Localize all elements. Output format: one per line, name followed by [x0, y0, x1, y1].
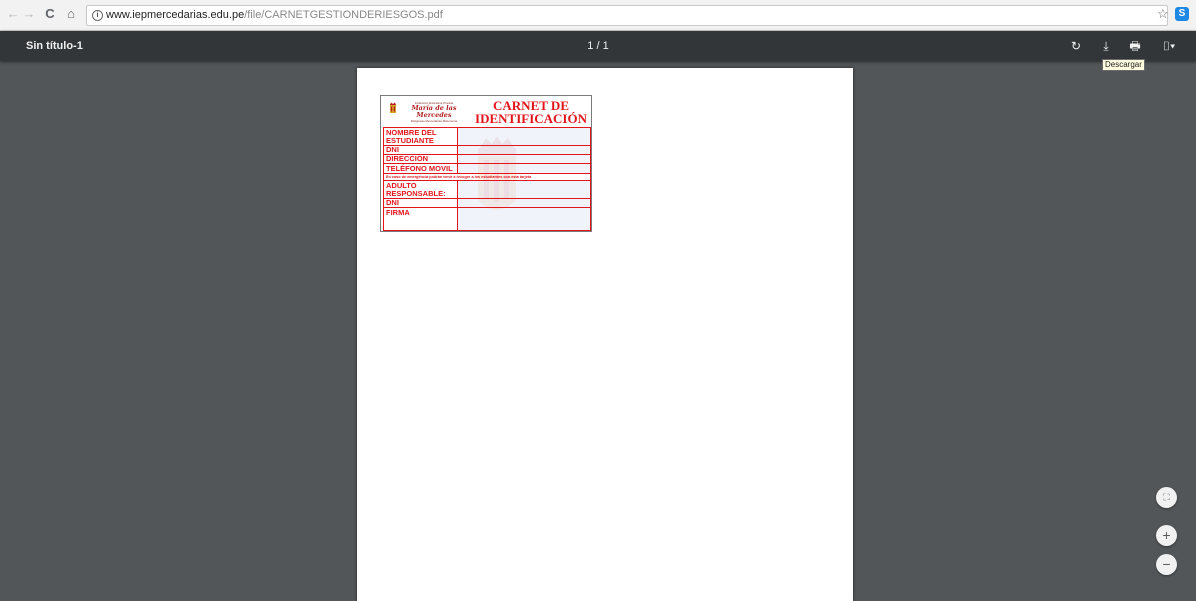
- zoom-out-button[interactable]: −: [1156, 554, 1177, 575]
- field-row-adulto: ADULTO RESPONSABLE:: [384, 181, 590, 199]
- print-button[interactable]: 🖶: [1126, 38, 1144, 54]
- school-name: María de las Mercedes: [411, 104, 457, 119]
- download-tooltip: Descargar: [1102, 59, 1145, 71]
- zoom-in-icon: +: [1162, 527, 1171, 543]
- field-label-dni2: DNI: [386, 198, 399, 207]
- field-row-firma: FIRMA: [384, 208, 590, 230]
- bookmark-star-icon[interactable]: ☆: [1157, 6, 1169, 22]
- bookmarks-button[interactable]: ⌷▾: [1156, 38, 1182, 54]
- download-icon: ⤓: [1103, 39, 1109, 53]
- field-value-direccion: [457, 155, 590, 163]
- emergency-notice: En caso de emergencia podrán venir a rec…: [384, 174, 590, 181]
- forward-icon[interactable]: →: [22, 7, 36, 21]
- page-indicator: 1 / 1: [587, 40, 609, 52]
- card-form: NOMBRE DEL ESTUDIANTE DNI DIRECCION TELÉ…: [383, 127, 591, 231]
- pdf-page: Institución Educativa Privada María de l…: [357, 68, 853, 601]
- field-label-nombre: NOMBRE DEL ESTUDIANTE: [386, 128, 437, 145]
- url-text: www.iepmercedarias.edu.pe/file/CARNETGES…: [106, 6, 443, 25]
- school-bottom-text: Religiosas Mercedarias Misioneras: [410, 119, 458, 123]
- field-label-dni: DNI: [386, 145, 399, 154]
- fit-page-icon: ⛶: [1163, 492, 1170, 502]
- field-value-dni2: [457, 199, 590, 207]
- document-title: Sin título-1: [26, 40, 83, 52]
- zoom-in-button[interactable]: +: [1156, 525, 1177, 546]
- field-row-nombre: NOMBRE DEL ESTUDIANTE: [384, 128, 590, 146]
- field-value-dni: [457, 146, 590, 154]
- download-button[interactable]: ⤓: [1097, 38, 1115, 54]
- school-name-block: Institución Educativa Privada María de l…: [399, 101, 469, 123]
- url-host: www.iepmercedarias.edu.pe: [106, 9, 245, 21]
- back-icon[interactable]: ←: [6, 7, 20, 21]
- extension-icon[interactable]: S: [1175, 7, 1189, 21]
- info-icon[interactable]: i: [92, 10, 103, 21]
- rotate-button[interactable]: ↻: [1067, 38, 1085, 54]
- reload-icon[interactable]: C: [43, 7, 57, 21]
- field-value-nombre: [457, 128, 590, 145]
- field-row-direccion: DIRECCION: [384, 155, 590, 164]
- field-label-adulto: ADULTO RESPONSABLE:: [386, 181, 446, 198]
- field-value-adulto: [457, 181, 590, 198]
- url-path: /file/CARNETGESTIONDERIESGOS.pdf: [244, 9, 443, 21]
- card-header: Institución Educativa Privada María de l…: [381, 96, 591, 127]
- url-input[interactable]: i www.iepmercedarias.edu.pe/file/CARNETG…: [86, 5, 1168, 26]
- fit-to-page-button[interactable]: ⛶: [1156, 487, 1177, 508]
- zoom-out-icon: −: [1162, 556, 1171, 572]
- field-label-telefono: TELÉFONO MOVIL: [386, 164, 453, 173]
- rotate-icon: ↻: [1070, 39, 1082, 53]
- bookmark-icon: ⌷▾: [1162, 39, 1176, 53]
- pdf-toolbar: Sin título-1 1 / 1 ↻ ⤓ 🖶 ⌷▾: [0, 31, 1196, 61]
- print-icon: 🖶: [1129, 39, 1141, 53]
- field-label-direccion: DIRECCION: [386, 154, 429, 163]
- card-title-line2: IDENTIFICACIÓN: [475, 111, 587, 126]
- browser-address-bar: ← → C ⌂ i www.iepmercedarias.edu.pe/file…: [0, 0, 1196, 31]
- card-title: CARNET DE IDENTIFICACIÓN: [473, 99, 589, 125]
- id-card: Institución Educativa Privada María de l…: [380, 95, 592, 232]
- field-row-dni2: DNI: [384, 199, 590, 208]
- school-seal-icon: [390, 102, 396, 113]
- field-label-firma: FIRMA: [386, 208, 410, 217]
- field-value-telefono: [457, 164, 590, 173]
- home-icon[interactable]: ⌂: [64, 7, 78, 21]
- field-value-firma: [457, 208, 590, 230]
- field-row-telefono: TELÉFONO MOVIL: [384, 164, 590, 174]
